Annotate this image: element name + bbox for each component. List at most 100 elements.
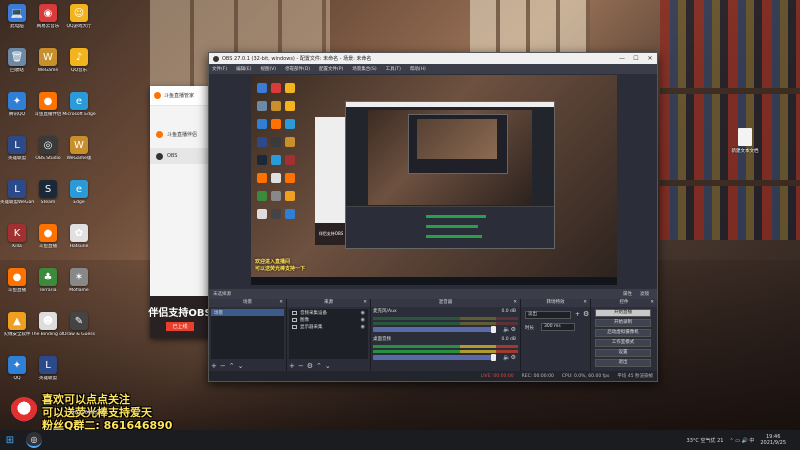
desktop-icon-text-document[interactable]: 新建文本文档	[728, 128, 762, 154]
windows-icon[interactable]: ⊞	[0, 430, 20, 450]
volume-meter	[373, 350, 518, 353]
dock-close-icon[interactable]: ✕	[650, 299, 654, 307]
settings-button[interactable]: 设置	[595, 349, 651, 357]
start-virtual-camera-button[interactable]: 启动虚拟摄像机	[595, 329, 651, 337]
dock-close-icon[interactable]: ✕	[513, 299, 517, 307]
desktop-icon[interactable]: ◉ 网易云音乐	[33, 4, 63, 29]
obs-window[interactable]: OBS 27.0.1 (32-bit, windows) - 配置文件: 未命名…	[208, 52, 658, 382]
render-status: 平均 45 秒渲染帧	[617, 374, 653, 379]
start-streaming-button[interactable]: 开始直播	[595, 309, 651, 317]
desktop-icon[interactable]: L 英雄联盟	[33, 356, 63, 381]
tray-icons[interactable]: ⌃ ▭ 🔊 中	[729, 437, 754, 444]
start-recording-button[interactable]: 开始录制	[595, 319, 651, 327]
volume-slider[interactable]	[373, 326, 496, 333]
obs-taskbar-icon[interactable]: ◎	[26, 432, 42, 448]
desktop-icon[interactable]: ☺ QQ游戏大厅	[64, 4, 94, 29]
transition-select[interactable]: 淡出	[525, 311, 571, 319]
volume-slider[interactable]	[373, 354, 496, 361]
menu-help[interactable]: 帮助(H)	[410, 66, 426, 72]
app-icon: ♣	[39, 268, 57, 286]
source-item[interactable]: 显示器采集 ◉	[289, 323, 368, 330]
menu-docks[interactable]: 停靠部件(D)	[285, 66, 310, 72]
desktop-icon[interactable]: 💻 此电脑	[2, 4, 32, 29]
gear-icon[interactable]: ⚙	[583, 310, 589, 318]
desktop-icon[interactable]: ● 斗鱼直播	[2, 268, 32, 293]
image-icon	[292, 317, 297, 322]
desktop-icon[interactable]: W WeGame版	[64, 136, 94, 161]
dock-close-icon[interactable]: ✕	[279, 299, 283, 307]
speaker-icon[interactable]: 🔈⚙	[503, 354, 516, 361]
desktop-icon[interactable]: L 英雄联盟	[2, 136, 32, 161]
desktop-icon[interactable]: ● 斗鱼直播伴侣	[33, 92, 63, 117]
speaker-icon[interactable]: 🔈⚙	[503, 326, 516, 333]
douyu-item-obs[interactable]: OBS	[150, 148, 210, 164]
desktop-icon-label: 英雄联盟	[39, 376, 57, 381]
desktop-icon[interactable]: ◎ OBS Studio	[33, 136, 63, 161]
douyu-manager-window[interactable]: 斗鱼直播管家 斗鱼直播伴侣 OBS 伴侣支持OBS 已上线	[148, 86, 212, 338]
menu-view[interactable]: 视图(V)	[260, 66, 276, 72]
visibility-icon[interactable]: ◉	[361, 317, 365, 323]
obs-preview[interactable]: 伴侣支持OBS 欢迎进入直播间 可以送荧光棒支持一下	[251, 75, 617, 285]
exit-button[interactable]: 退出	[595, 359, 651, 367]
obs-titlebar[interactable]: OBS 27.0.1 (32-bit, windows) - 配置文件: 未命名…	[209, 53, 657, 64]
taskbar: ⊞ ◎ 33°C 空气优 21 ⌃ ▭ 🔊 中 19:46 2021/9/25	[0, 430, 800, 450]
desktop-icon[interactable]: ✦ QQ	[2, 356, 32, 381]
minimize-icon[interactable]: —	[615, 55, 629, 62]
app-icon: W	[70, 136, 88, 154]
douyu-title: 斗鱼直播管家	[164, 93, 195, 99]
visibility-icon[interactable]: ◉	[361, 324, 365, 330]
promo-button[interactable]: 已上线	[166, 322, 194, 331]
weather-tray[interactable]: 33°C 空气优 21	[687, 437, 724, 444]
audio-mixer-dock: 混音器 ✕ 麦克风/Aux 0.0 dB 🔈⚙ 桌面音频 0.0 dB 🔈⚙	[371, 299, 521, 371]
close-icon[interactable]: ✕	[643, 55, 657, 62]
duration-input[interactable]: 300 ms	[541, 323, 575, 331]
desktop-icon[interactable]: ✦ 腾讯QQ	[2, 92, 32, 117]
system-clock[interactable]: 19:46 2021/9/25	[760, 434, 786, 446]
filters-button[interactable]: 滤镜	[640, 291, 649, 297]
channel-name: 麦克风/Aux	[373, 309, 397, 314]
app-icon: ●	[8, 268, 26, 286]
dock-close-icon[interactable]: ✕	[583, 299, 587, 307]
menu-edit[interactable]: 编辑(E)	[236, 66, 251, 72]
menu-scene-collection[interactable]: 场景集合(S)	[352, 66, 376, 72]
sources-list[interactable]: 音频采集设备 ◉ 图像 ◉ 显示器采集 ◉	[289, 309, 368, 359]
scene-list-controls[interactable]: +−⌃⌄	[211, 362, 246, 370]
desktop-icon[interactable]: ✎ Draw & Guess	[63, 312, 95, 337]
scene-item-label: 场景	[214, 310, 223, 316]
app-icon: ♪	[70, 48, 88, 66]
desktop-icon[interactable]: ✶ Moflame	[64, 268, 94, 293]
dock-close-icon[interactable]: ✕	[363, 299, 367, 307]
source-list-controls[interactable]: +−⚙⌃⌄	[289, 362, 334, 370]
studio-mode-button[interactable]: 工作室模式	[595, 339, 651, 347]
source-item[interactable]: 图像 ◉	[289, 316, 368, 323]
desktop-icon[interactable]: e Edge	[64, 180, 94, 205]
source-item-label: 显示器采集	[300, 324, 323, 330]
transitions-dock: 转场特效 ✕ 淡出 + ⚙ 时长 300 ms	[521, 299, 591, 371]
desktop-icon[interactable]: ☻ The Binding of Isaac: Rebirth	[31, 312, 65, 337]
desktop-icon[interactable]: S Steam	[33, 180, 63, 205]
menu-file[interactable]: 文件(F)	[212, 66, 227, 72]
desktop-icon[interactable]: L 英雄联盟WeGame版	[0, 180, 34, 205]
desktop-icon[interactable]: e Microsoft Edge	[62, 92, 96, 117]
desktop-icon[interactable]: K Killa	[2, 224, 32, 249]
add-transition-icon[interactable]: +	[575, 311, 580, 318]
properties-button[interactable]: 属性	[623, 291, 632, 297]
preview-douyu-promo: 伴侣支持OBS	[315, 223, 347, 245]
scenes-dock-title: 场景	[243, 300, 252, 305]
scenes-list[interactable]: 场景	[211, 309, 284, 359]
desktop-icon[interactable]: ✿ Hatsune	[64, 224, 94, 249]
app-icon: ●	[39, 92, 57, 110]
desktop-icon[interactable]: 🗑 回收站	[2, 48, 32, 73]
desktop-icon[interactable]: ● 斗鱼直播	[33, 224, 63, 249]
scene-item[interactable]: 场景	[211, 309, 284, 316]
desktop-icon[interactable]: W WeGame	[33, 48, 63, 73]
desktop-icon[interactable]: ♣ Terraria	[33, 268, 63, 293]
desktop-icon[interactable]: ♪ QQ音乐	[64, 48, 94, 73]
source-item[interactable]: 音频采集设备 ◉	[289, 309, 368, 316]
menu-tools[interactable]: 工具(T)	[386, 66, 401, 72]
visibility-icon[interactable]: ◉	[361, 310, 365, 316]
douyu-item-companion[interactable]: 斗鱼直播伴侣	[150, 126, 210, 142]
maximize-icon[interactable]: ☐	[629, 55, 643, 62]
menu-profile[interactable]: 配置文件(P)	[319, 66, 343, 72]
desktop-icon[interactable]: ▲ 火绒安全软件	[2, 312, 32, 337]
